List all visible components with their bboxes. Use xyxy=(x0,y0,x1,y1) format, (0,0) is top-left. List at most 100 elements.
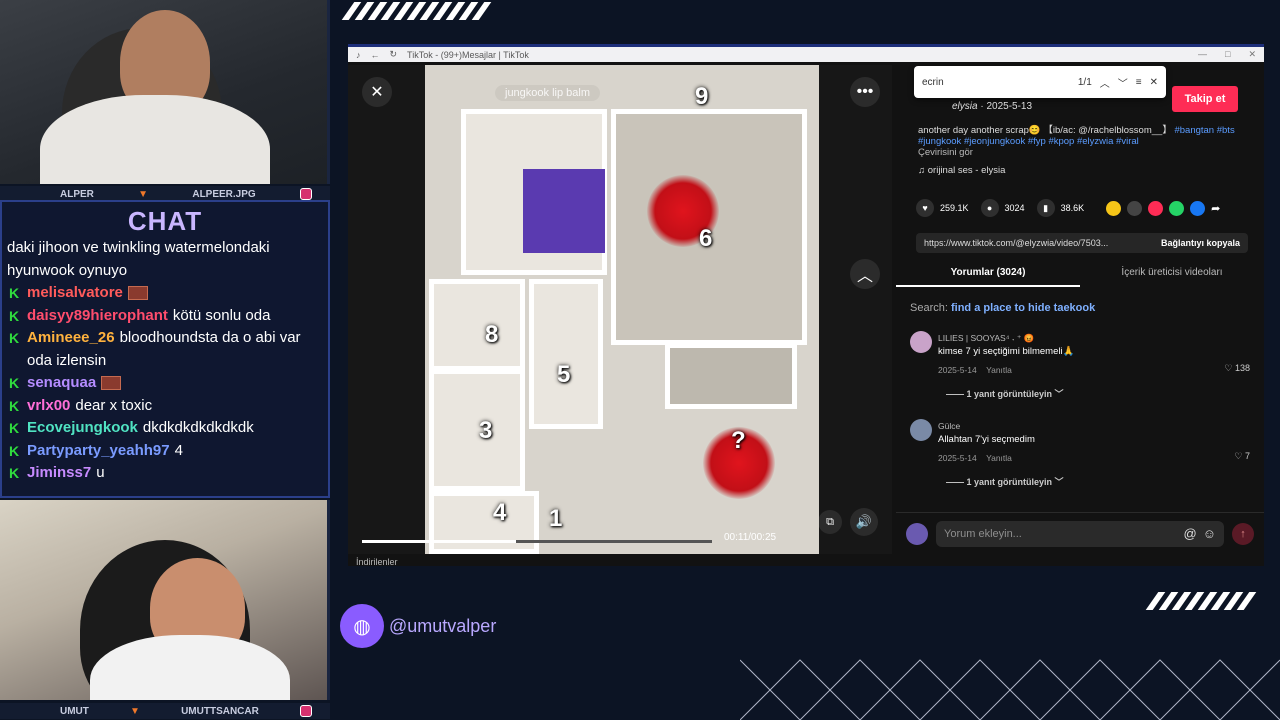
bath-area xyxy=(429,491,539,554)
chat-title: CHAT xyxy=(127,206,203,236)
previous-video-button[interactable]: ︿ xyxy=(850,259,880,289)
find-prev-icon[interactable]: ︿ xyxy=(1100,75,1110,90)
chat-message-body: Partyparty_yeahh97 4 xyxy=(27,440,183,463)
streamer-shirt xyxy=(40,95,270,184)
pip-button[interactable]: ⧉ xyxy=(818,510,842,534)
emoji-icon[interactable]: ☺ xyxy=(1203,526,1216,541)
comment-item: Gülce Allahtan 7'yi seçmedim 2025-5-14 Y… xyxy=(910,419,1250,499)
search-suggestion[interactable]: Search: find a place to hide taekook xyxy=(910,302,1095,314)
emote-icon xyxy=(127,286,148,301)
triangle-icon: ▼ xyxy=(130,705,140,717)
comment-likes[interactable]: ♡ 7 xyxy=(1234,451,1250,462)
follow-button[interactable]: Takip et xyxy=(1172,86,1238,112)
room-number: ? xyxy=(731,427,746,454)
reply-link[interactable]: Yanıtla xyxy=(986,365,1012,375)
tab-creator-videos[interactable]: İçerik üreticisi videoları xyxy=(1080,261,1264,287)
browser-window: ♪ ← ↻ TikTok - (99+)Mesajlar | TikTok — … xyxy=(348,44,1264,567)
video-player[interactable]: jungkook lip balm 9 6 8 5 3 ? 4 1 xyxy=(425,65,819,554)
send-comment-button[interactable]: ↑ xyxy=(1232,522,1254,545)
share-arrow-icon[interactable]: ➦ xyxy=(1211,202,1220,215)
chat-username[interactable]: vrlx00 xyxy=(27,397,70,414)
chat-text: dear x toxic xyxy=(75,396,153,414)
close-window-button[interactable]: ✕ xyxy=(1248,49,1256,60)
find-next-icon[interactable]: ﹀ xyxy=(1118,75,1128,90)
chat-username[interactable]: senaquaa xyxy=(27,374,96,391)
social-handle: ◍ @umutvalper xyxy=(340,604,496,648)
view-replies-label: 1 yanıt görüntüleyin xyxy=(966,389,1053,399)
room-number: 5 xyxy=(557,361,571,388)
minimize-button[interactable]: — xyxy=(1198,49,1207,60)
kick-badge-icon: K xyxy=(8,442,20,459)
avatar[interactable] xyxy=(910,331,932,353)
find-count: 1/1 xyxy=(1077,76,1092,88)
find-filter-icon[interactable]: ≡ xyxy=(1136,77,1142,88)
chat-username[interactable]: Jiminss7 xyxy=(27,464,91,481)
emote-icon xyxy=(101,376,122,391)
overlay-photo xyxy=(523,169,605,253)
downloads-status: İndirilenler xyxy=(356,557,398,567)
tab-comments[interactable]: Yorumlar (3024) xyxy=(896,261,1080,287)
bookmark-icon[interactable]: ▮ xyxy=(1036,199,1055,217)
comment-date: 2025-5-14 xyxy=(938,453,977,463)
url-row: https://www.tiktok.com/@elyzwia/video/75… xyxy=(916,233,1248,253)
overlay-search-text: jungkook lip balm xyxy=(495,85,600,101)
copy-link-button[interactable]: Bağlantıyı kopyala xyxy=(1161,238,1240,248)
maximize-button[interactable]: □ xyxy=(1225,49,1230,60)
comment-composer: Yorum ekleyin... @ ☺ ↑ xyxy=(896,512,1264,554)
diamond-pattern-decoration xyxy=(740,659,1280,720)
chat-username[interactable]: melisalvatore xyxy=(27,284,123,301)
chat-message-body: Ecovejungkook dkdkdkdkdkdkdk xyxy=(27,417,254,440)
video-pane: ✕ ••• ︿ ⧉ 🔊 jungkook lip balm 9 6 8 5 3 … xyxy=(348,65,892,554)
embed-icon[interactable] xyxy=(1127,200,1143,216)
chat-username[interactable]: Amineee_26 xyxy=(27,329,115,346)
like-icon[interactable]: ♥ xyxy=(916,199,934,217)
chat-text: kötü sonlu oda xyxy=(172,306,271,324)
comment-user[interactable]: LILIES | SOOYAS⁴ ˖ ⁺ 😡 xyxy=(938,331,1074,345)
back-icon[interactable]: ← xyxy=(371,50,380,60)
tiktok-favicon-icon: ♪ xyxy=(356,49,361,60)
chat-message-body: melisalvatore xyxy=(27,282,148,305)
volume-button[interactable]: 🔊 xyxy=(850,508,878,536)
view-replies-button[interactable]: —— 1 yanıt görüntüleyin ﹀ xyxy=(946,387,1064,400)
repost-icon[interactable] xyxy=(1106,200,1122,216)
send-icon[interactable] xyxy=(1148,200,1164,216)
comment-item: LILIES | SOOYAS⁴ ˖ ⁺ 😡 kimse 7 yi seçtiğ… xyxy=(910,331,1250,411)
chat-message-body: Jiminss7 u xyxy=(27,462,105,485)
find-in-page-bar: ecrin 1/1 ︿ ﹀ ≡ ✕ xyxy=(914,66,1166,98)
avatar[interactable] xyxy=(910,419,932,441)
view-replies-button[interactable]: —— 1 yanıt görüntüleyin ﹀ xyxy=(946,475,1064,488)
post-details-pane: ecrin 1/1 ︿ ﹀ ≡ ✕ Takip et elysia · 2025… xyxy=(896,65,1264,554)
chat-message-list: Kmelisalvatore Kdaisyy89hierophant kötü so… xyxy=(7,282,323,485)
sound-name[interactable]: orijinal ses - elysia xyxy=(928,165,1006,176)
more-options-button[interactable]: ••• xyxy=(850,77,880,107)
post-author[interactable]: elysia xyxy=(952,101,978,112)
chat-username[interactable]: Ecovejungkook xyxy=(27,419,138,436)
close-video-button[interactable]: ✕ xyxy=(362,77,392,107)
comment-user[interactable]: Gülce xyxy=(938,419,1035,433)
comment-icon[interactable]: ● xyxy=(980,199,999,217)
chat-text: 4 xyxy=(174,441,183,459)
comment-input[interactable]: Yorum ekleyin... @ ☺ xyxy=(936,520,1224,547)
whatsapp-icon[interactable] xyxy=(1169,200,1185,216)
action-bar: ♥ 259.1K ● 3024 ▮ 38.6K ➦ xyxy=(916,199,1220,217)
reload-icon[interactable]: ↻ xyxy=(390,49,398,60)
search-query[interactable]: find a place to hide taekook xyxy=(951,302,1095,314)
chat-message: Kvrlx00 dear x toxic xyxy=(7,395,323,418)
reply-link[interactable]: Yanıtla xyxy=(986,453,1012,463)
bottom-stripes-decoration xyxy=(1145,592,1257,610)
facebook-icon[interactable] xyxy=(1190,200,1206,216)
mention-icon[interactable]: @ xyxy=(1184,526,1197,541)
instagram-icon xyxy=(300,705,312,717)
comment-text: kimse 7 yi seçtiğimi bilmemeli🙏 xyxy=(938,346,1075,357)
search-prefix: Search: xyxy=(910,302,948,314)
chat-username[interactable]: Partyparty_yeahh97 xyxy=(27,442,170,459)
video-progress-bar[interactable] xyxy=(362,540,712,543)
find-input[interactable]: ecrin xyxy=(922,77,1070,88)
comment-meta: 2025-5-14 Yanıtla xyxy=(938,363,1074,377)
comment-likes[interactable]: ♡ 138 xyxy=(1224,363,1250,374)
handle-text: @umutvalper xyxy=(389,615,497,636)
sound-line[interactable]: ♫ orijinal ses - elysia xyxy=(918,165,1005,176)
chat-username[interactable]: daisyy89hierophant xyxy=(27,307,168,324)
translate-link[interactable]: Çevirisini gör xyxy=(918,147,973,158)
find-close-icon[interactable]: ✕ xyxy=(1150,77,1158,88)
